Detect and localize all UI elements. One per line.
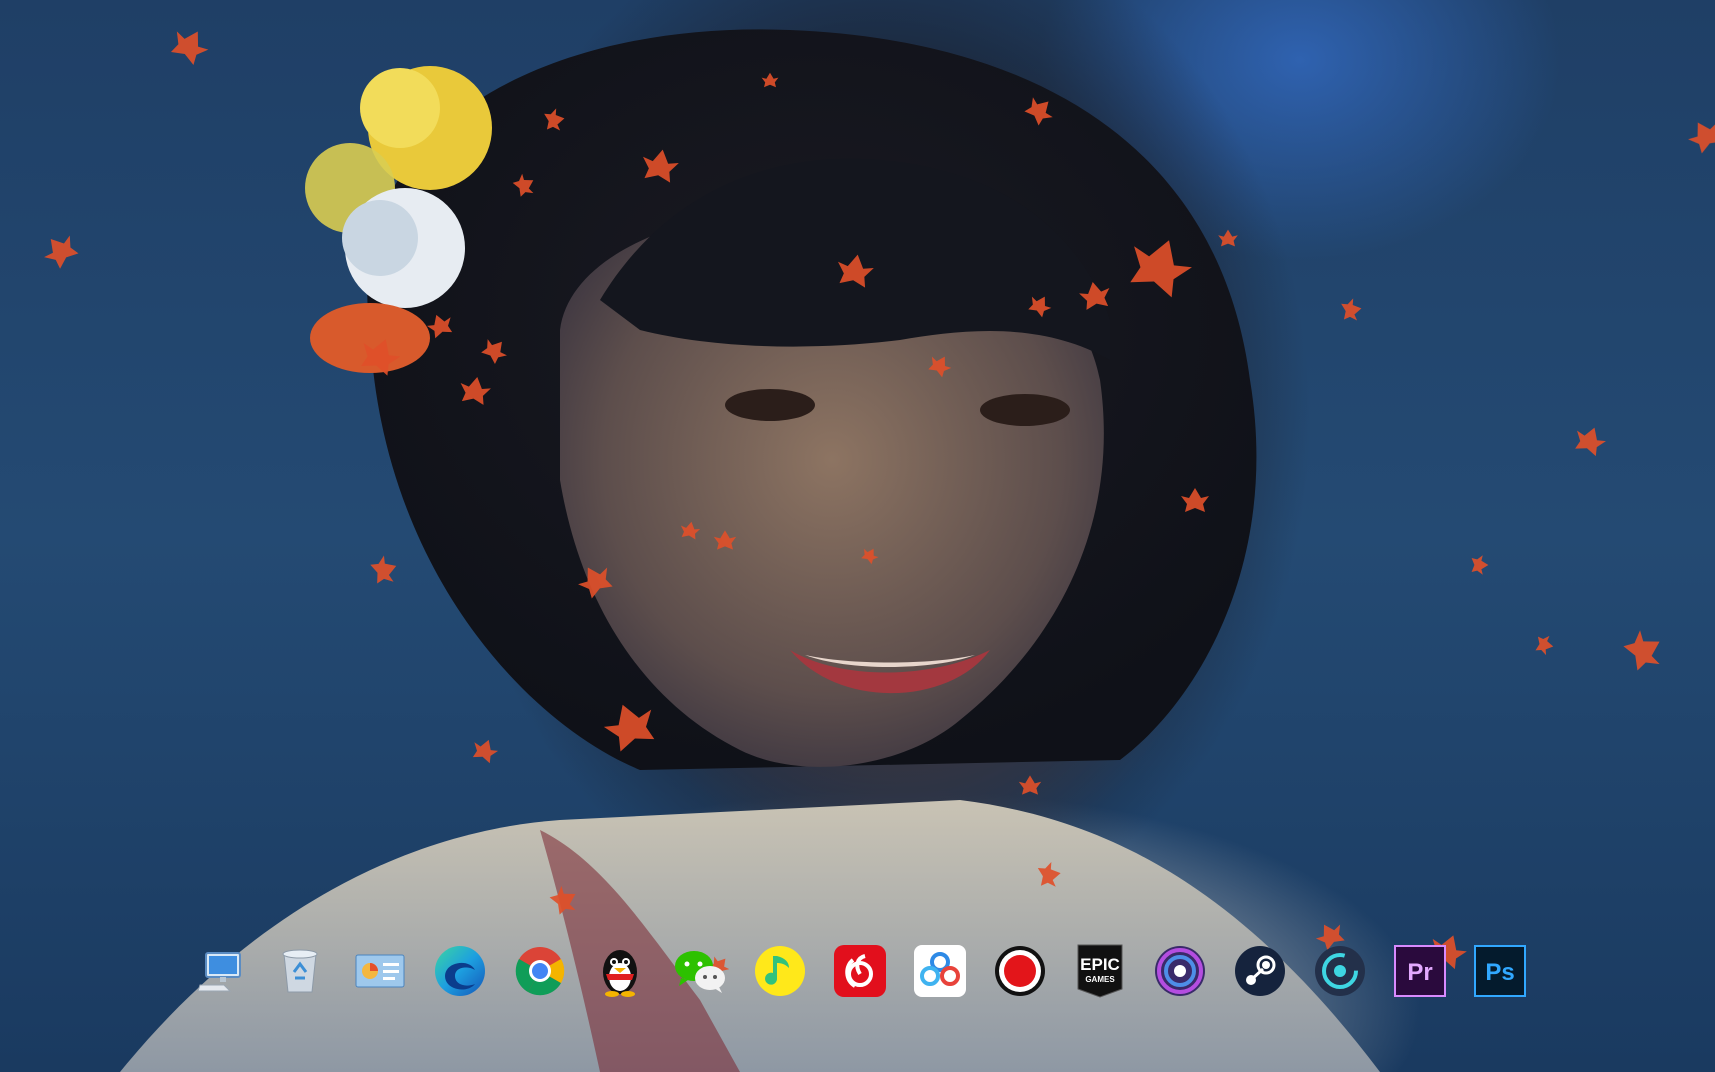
svg-text:Ps: Ps bbox=[1485, 959, 1514, 986]
svg-text:Pr: Pr bbox=[1407, 959, 1432, 986]
music-note-icon bbox=[754, 946, 805, 996]
control-panel-icon bbox=[355, 954, 404, 988]
desktop-icon-dock: EPIC GAMES Pr Ps bbox=[192, 940, 1527, 1002]
svg-text:GAMES: GAMES bbox=[1085, 975, 1115, 984]
this-pc-shortcut[interactable] bbox=[192, 944, 247, 999]
photoshop-shortcut[interactable]: Ps bbox=[1472, 944, 1527, 999]
chrome-icon bbox=[515, 947, 564, 996]
chrome-shortcut[interactable] bbox=[512, 944, 567, 999]
steam-shortcut[interactable] bbox=[1232, 944, 1287, 999]
wallpaper-portrait bbox=[120, 29, 1380, 1072]
ubisoft-icon bbox=[1154, 946, 1205, 996]
cloud-disk-icon bbox=[913, 945, 966, 997]
wechat-shortcut[interactable] bbox=[672, 944, 727, 999]
control-panel-shortcut[interactable] bbox=[352, 944, 407, 999]
hair-flower-decoration bbox=[305, 66, 492, 373]
premiere-pro-shortcut[interactable]: Pr bbox=[1392, 944, 1447, 999]
screen-recorder-shortcut[interactable] bbox=[992, 944, 1047, 999]
epic-games-shortcut[interactable]: EPIC GAMES bbox=[1072, 944, 1127, 999]
steam-icon bbox=[1234, 946, 1285, 996]
recycle-bin-icon bbox=[282, 949, 317, 993]
timer-app-shortcut[interactable] bbox=[1312, 944, 1367, 999]
penguin-icon bbox=[602, 950, 637, 997]
desktop-wallpaper bbox=[0, 0, 1715, 1072]
wechat-icon bbox=[674, 951, 725, 993]
svg-text:EPIC: EPIC bbox=[1080, 955, 1120, 974]
epic-games-icon: EPIC GAMES bbox=[1077, 944, 1122, 998]
baidu-netdisk-shortcut[interactable] bbox=[912, 944, 967, 999]
netease-music-icon bbox=[833, 945, 886, 997]
photoshop-icon: Ps bbox=[1473, 945, 1526, 997]
record-icon bbox=[994, 946, 1045, 996]
ubisoft-connect-shortcut[interactable] bbox=[1152, 944, 1207, 999]
computer-icon bbox=[196, 952, 241, 992]
qq-music-shortcut[interactable] bbox=[752, 944, 807, 999]
qq-shortcut[interactable] bbox=[592, 944, 647, 999]
premiere-icon: Pr bbox=[1393, 945, 1446, 997]
netease-music-shortcut[interactable] bbox=[832, 944, 887, 999]
circular-timer-icon bbox=[1314, 946, 1365, 996]
edge-shortcut[interactable] bbox=[432, 944, 487, 999]
recycle-bin-shortcut[interactable] bbox=[272, 944, 327, 999]
edge-icon bbox=[434, 946, 485, 996]
